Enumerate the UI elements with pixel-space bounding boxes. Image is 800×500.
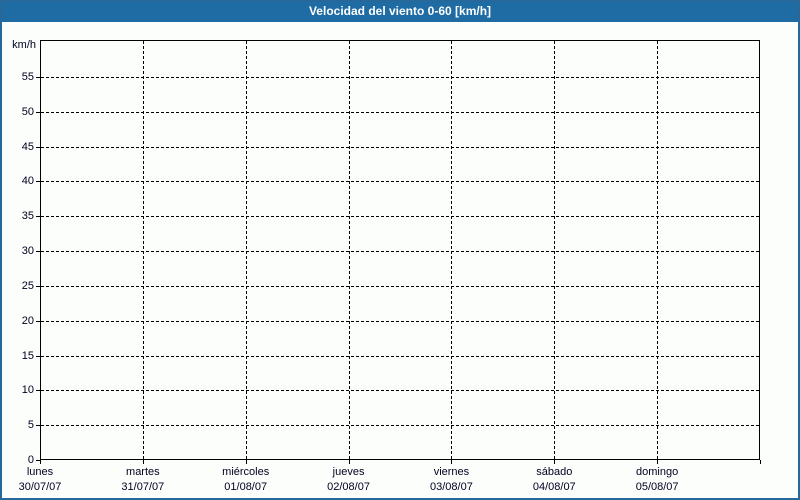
x-gridline bbox=[657, 41, 658, 459]
y-gridline bbox=[41, 216, 759, 217]
x-axis-tick bbox=[760, 460, 761, 464]
y-tick-label: 50 bbox=[0, 106, 34, 118]
x-gridline bbox=[554, 41, 555, 459]
y-tick-label: 35 bbox=[0, 210, 34, 222]
y-axis-tick bbox=[36, 181, 40, 182]
x-axis-tick bbox=[657, 460, 658, 464]
y-axis-tick bbox=[36, 147, 40, 148]
y-tick-label: 55 bbox=[0, 71, 34, 83]
y-tick-label: 30 bbox=[0, 245, 34, 257]
y-axis-tick bbox=[36, 112, 40, 113]
plot-area bbox=[40, 40, 760, 460]
x-axis-tick bbox=[246, 460, 247, 464]
x-day-label: domingo bbox=[597, 466, 717, 479]
x-date-label: 05/08/07 bbox=[597, 481, 717, 494]
y-tick-label: 40 bbox=[0, 175, 34, 187]
y-axis-tick bbox=[36, 425, 40, 426]
x-gridline bbox=[246, 41, 247, 459]
x-axis-tick bbox=[40, 460, 41, 464]
x-axis-tick bbox=[143, 460, 144, 464]
y-gridline bbox=[41, 425, 759, 426]
y-axis-tick bbox=[36, 356, 40, 357]
wind-speed-panel: Velocidad del viento 0-60 [km/h] km/h 05… bbox=[0, 0, 800, 500]
y-axis-tick bbox=[36, 216, 40, 217]
x-axis-tick bbox=[554, 460, 555, 464]
y-tick-label: 5 bbox=[0, 419, 34, 431]
y-gridline bbox=[41, 251, 759, 252]
x-gridline bbox=[451, 41, 452, 459]
y-gridline bbox=[41, 181, 759, 182]
wind-speed-chart: km/h 0510152025303540455055lunes30/07/07… bbox=[0, 0, 800, 500]
y-axis-tick bbox=[36, 390, 40, 391]
x-gridline bbox=[349, 41, 350, 459]
y-gridline bbox=[41, 390, 759, 391]
x-axis-tick bbox=[349, 460, 350, 464]
y-axis-tick bbox=[36, 321, 40, 322]
y-axis-unit-label: km/h bbox=[0, 39, 36, 51]
y-tick-label: 20 bbox=[0, 315, 34, 327]
y-gridline bbox=[41, 112, 759, 113]
y-gridline bbox=[41, 356, 759, 357]
y-tick-label: 25 bbox=[0, 280, 34, 292]
x-gridline bbox=[143, 41, 144, 459]
y-tick-label: 0 bbox=[0, 454, 34, 466]
y-gridline bbox=[41, 321, 759, 322]
y-gridline bbox=[41, 147, 759, 148]
y-gridline bbox=[41, 77, 759, 78]
y-axis-tick bbox=[36, 286, 40, 287]
x-axis-tick bbox=[451, 460, 452, 464]
y-tick-label: 45 bbox=[0, 141, 34, 153]
y-axis-tick bbox=[36, 77, 40, 78]
y-gridline bbox=[41, 286, 759, 287]
y-tick-label: 10 bbox=[0, 384, 34, 396]
y-tick-label: 15 bbox=[0, 350, 34, 362]
y-axis-tick bbox=[36, 251, 40, 252]
